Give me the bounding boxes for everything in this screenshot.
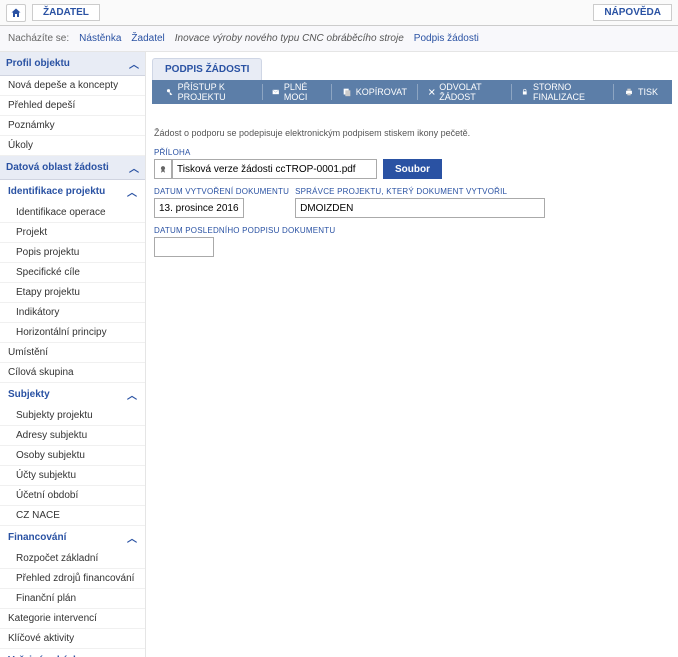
sidebar-item[interactable]: Klíčové aktivity [0,629,145,649]
sidebar-item[interactable]: Účty subjektu [0,466,145,486]
envelope-icon [272,87,280,97]
seal-icon [158,164,168,174]
section-label: Datová oblast žádosti [6,162,109,173]
chevron-up-icon: ︿ [127,387,137,402]
sidebar-item[interactable]: Přehled zdrojů financování [0,569,145,589]
sidebar-item[interactable]: Horizontální principy [0,323,145,343]
chevron-up-icon: ︿ [127,653,137,657]
toolbar-label: KOPÍROVAT [356,87,407,97]
content-area: PODPIS ŽÁDOSTI PŘÍSTUP K PROJEKTU PLNÉ M… [146,52,678,657]
attachment-label: PŘÍLOHA [154,148,377,157]
toolbar-label: PŘÍSTUP K PROJEKTU [178,82,252,102]
lock-icon [521,87,529,97]
section-label: Profil objektu [6,58,70,69]
sidebar-subheader[interactable]: Veřejné zakázky ︿ [0,649,145,657]
sidebar-item[interactable]: Identifikace operace [0,203,145,223]
sidebar-subheader[interactable]: Financování ︿ [0,526,145,549]
breadcrumb-page[interactable]: Podpis žádosti [414,33,479,44]
zadatel-button[interactable]: ŽADATEL [32,4,100,21]
sidebar-item[interactable]: Subjekty projektu [0,406,145,426]
separator [262,84,263,100]
separator [613,84,614,100]
toolbar-copy-button[interactable]: KOPÍROVAT [334,80,415,104]
sidebar-item[interactable]: Indikátory [0,303,145,323]
sidebar-item[interactable]: Cílová skupina [0,363,145,383]
sidebar-item[interactable]: Rozpočet základní [0,549,145,569]
separator [417,84,418,100]
copy-icon [342,87,352,97]
toolbar-label: TISK [638,87,658,97]
sidebar-item[interactable]: Projekt [0,223,145,243]
key-icon [166,87,174,97]
subheader-label: Subjekty [8,389,50,400]
sidebar-item[interactable]: Přehled depeší [0,96,145,116]
toolbar-powers-button[interactable]: PLNÉ MOCI [264,80,329,104]
tab-podpis[interactable]: PODPIS ŽÁDOSTI [152,58,262,80]
manager-input[interactable] [295,198,545,218]
sidebar-item[interactable]: Specifické cíle [0,263,145,283]
chevron-up-icon: ︿ [127,184,137,199]
sidebar-item[interactable]: Etapy projektu [0,283,145,303]
date-input[interactable] [154,198,244,218]
sidebar-section-profile[interactable]: Profil objektu ︿ [0,52,145,76]
toolbar-label: PLNÉ MOCI [284,82,321,102]
sidebar-item[interactable]: Kategorie intervencí [0,609,145,629]
toolbar-cancel-final-button[interactable]: STORNO FINALIZACE [513,80,611,104]
help-button[interactable]: NÁPOVĚDA [593,4,672,21]
sidebar-subheader[interactable]: Subjekty ︿ [0,383,145,406]
sidebar-item[interactable]: Popis projektu [0,243,145,263]
date-label: DATUM VYTVOŘENÍ DOKUMENTU [154,187,289,196]
manager-label: SPRÁVCE PROJEKTU, KTERÝ DOKUMENT VYTVOŘI… [295,187,545,196]
sidebar-item[interactable]: Úkoly [0,136,145,156]
file-button[interactable]: Soubor [383,159,442,179]
sidebar-item[interactable]: CZ NACE [0,506,145,526]
toolbar-label: ODVOLAT ŽÁDOST [439,82,500,102]
topbar: ŽADATEL NÁPOVĚDA [0,0,678,26]
home-icon [10,7,22,19]
chevron-up-icon: ︿ [129,160,139,175]
separator [331,84,332,100]
separator [511,84,512,100]
breadcrumb-item[interactable]: Žadatel [131,33,164,44]
breadcrumb-label: Nacházíte se: [8,33,69,44]
toolbar-revoke-button[interactable]: ODVOLAT ŽÁDOST [420,80,509,104]
sidebar-item[interactable]: Finanční plán [0,589,145,609]
toolbar-print-button[interactable]: TISK [616,80,666,104]
sidebar-item[interactable]: Účetní období [0,486,145,506]
sign-date-label: DATUM POSLEDNÍHO PODPISU DOKUMENTU [154,226,335,235]
sign-date-input[interactable] [154,237,214,257]
breadcrumb: Nacházíte se: Nástěnka Žadatel Inovace v… [0,26,678,52]
attachment-input[interactable] [172,159,377,179]
chevron-up-icon: ︿ [129,56,139,71]
sidebar-subheader[interactable]: Identifikace projektu ︿ [0,180,145,203]
toolbar: PŘÍSTUP K PROJEKTU PLNÉ MOCI KOPÍROVAT O… [152,80,672,104]
breadcrumb-project[interactable]: Inovace výroby nového typu CNC obráběcíh… [175,33,404,44]
form-note: Žádost o podporu se podepisuje elektroni… [154,128,670,138]
sidebar-section-data[interactable]: Datová oblast žádosti ︿ [0,156,145,180]
subheader-label: Identifikace projektu [8,186,105,197]
subheader-label: Financování [8,532,66,543]
sidebar: Profil objektu ︿ Nová depeše a koncepty … [0,52,146,657]
sidebar-item[interactable]: Nová depeše a koncepty [0,76,145,96]
form-area: Žádost o podporu se podepisuje elektroni… [146,104,678,275]
breadcrumb-item[interactable]: Nástěnka [79,33,121,44]
toolbar-access-button[interactable]: PŘÍSTUP K PROJEKTU [158,80,260,104]
x-icon [428,87,436,97]
home-button[interactable] [6,4,26,22]
sidebar-item[interactable]: Osoby subjektu [0,446,145,466]
chevron-up-icon: ︿ [127,530,137,545]
sidebar-item[interactable]: Umístění [0,343,145,363]
seal-button[interactable] [154,159,172,179]
sidebar-item[interactable]: Poznámky [0,116,145,136]
sidebar-item[interactable]: Adresy subjektu [0,426,145,446]
print-icon [624,87,634,97]
toolbar-label: STORNO FINALIZACE [533,82,603,102]
